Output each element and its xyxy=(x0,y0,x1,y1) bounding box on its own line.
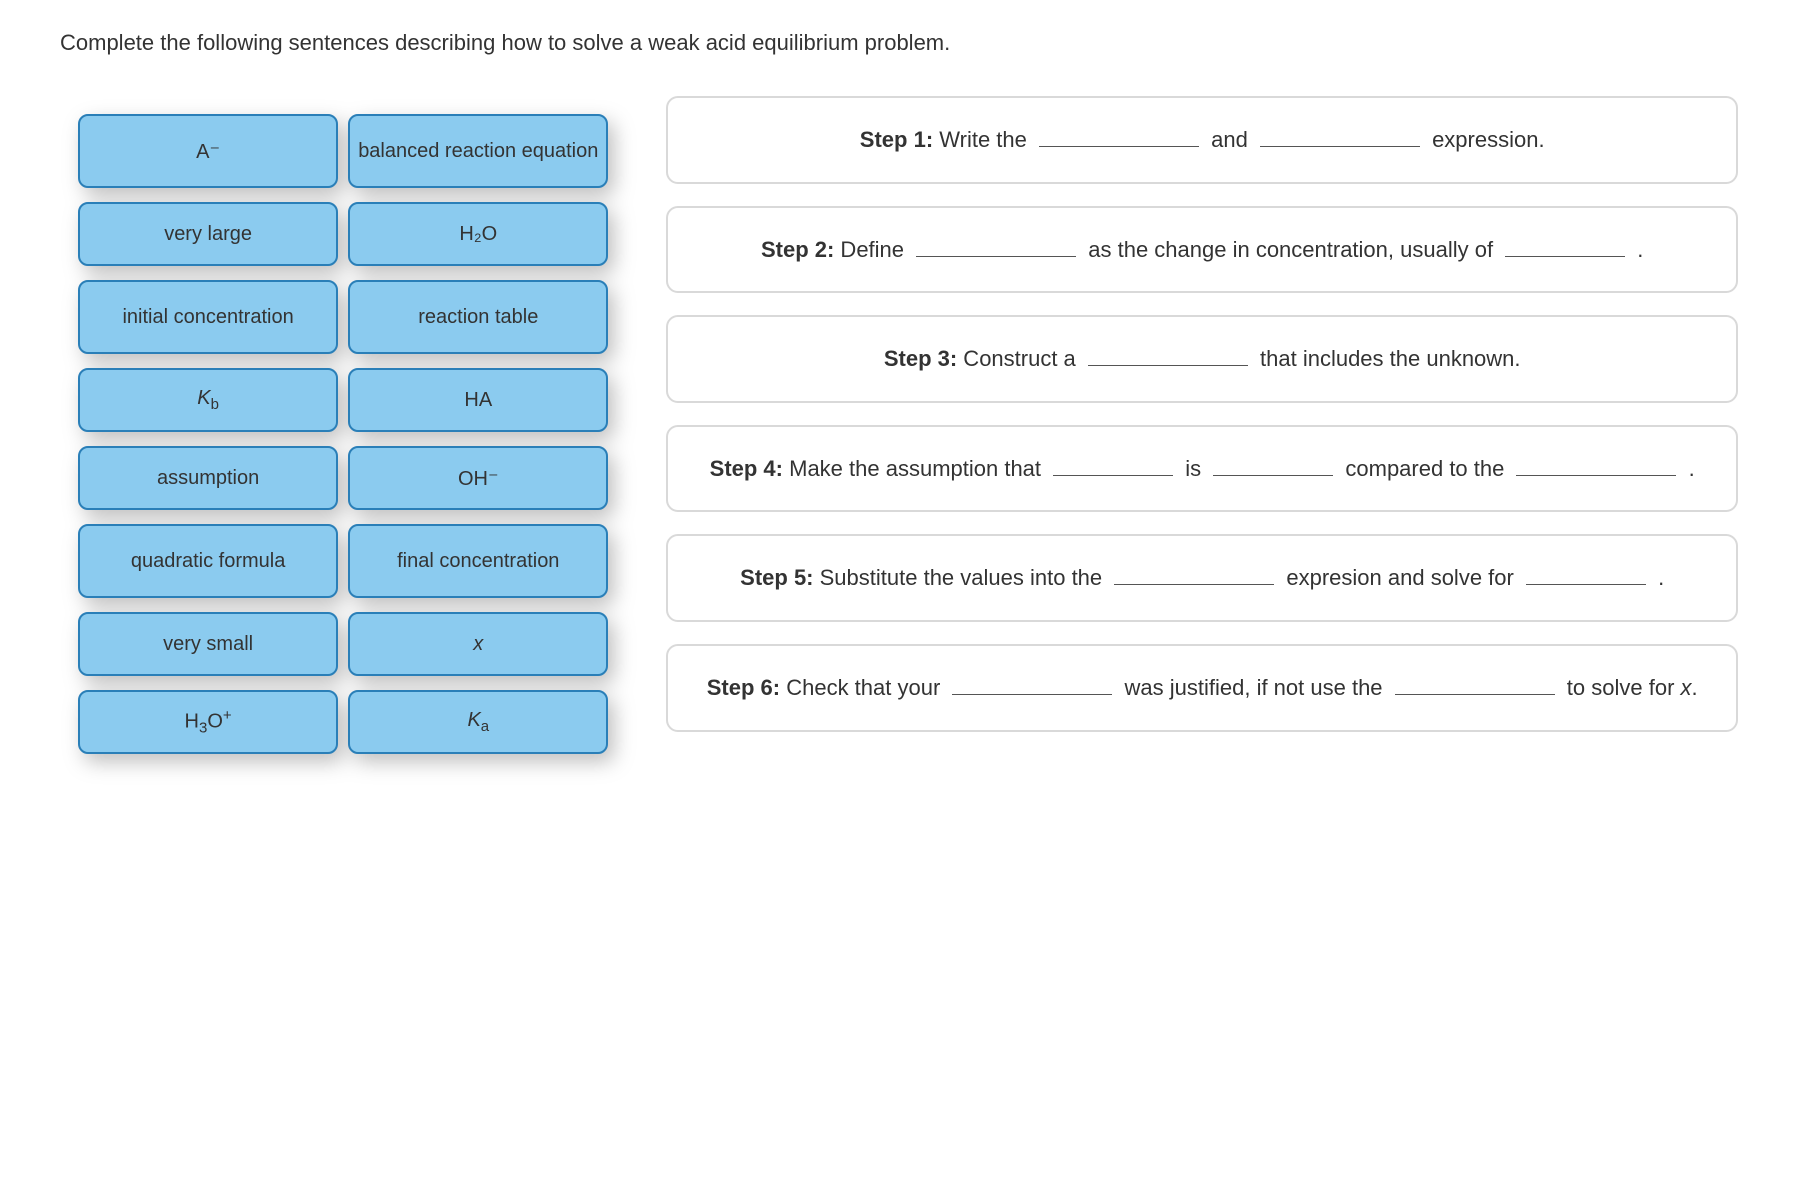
x-text: x xyxy=(473,633,483,656)
step-6: Step 6: Check that your was justified, i… xyxy=(666,644,1738,732)
tile-ka[interactable]: Ka xyxy=(348,690,608,754)
step-2-text-3: . xyxy=(1631,237,1643,262)
tile-ha[interactable]: HA xyxy=(348,368,608,432)
step-6-text-1: Check that your xyxy=(780,675,946,700)
steps-column: Step 1: Write the and expression. Step 2… xyxy=(666,96,1738,732)
step-5-text-1: Substitute the values into the xyxy=(814,565,1109,590)
step-5-blank-2[interactable] xyxy=(1526,562,1646,585)
step-2-text-1: Define xyxy=(834,237,910,262)
tile-kb[interactable]: Kb xyxy=(78,368,338,432)
tile-reaction-table[interactable]: reaction table xyxy=(348,280,608,354)
step-3-text-2: that includes the unknown. xyxy=(1254,346,1521,371)
step-4: Step 4: Make the assumption that is comp… xyxy=(666,425,1738,513)
tile-balanced-reaction-equation[interactable]: balanced reaction equation xyxy=(348,114,608,188)
tile-oh-minus[interactable]: OH⁻ xyxy=(348,446,608,510)
step-6-text-2: was justified, if not use the xyxy=(1118,675,1388,700)
step-4-text-4: . xyxy=(1682,456,1694,481)
step-1-blank-2[interactable] xyxy=(1260,124,1420,147)
step-6-text-3: to solve for xyxy=(1561,675,1681,700)
tile-quadratic-formula[interactable]: quadratic formula xyxy=(78,524,338,598)
step-4-blank-3[interactable] xyxy=(1516,453,1676,476)
step-1-label: Step 1: xyxy=(860,127,933,152)
step-2-label: Step 2: xyxy=(761,237,834,262)
h3o-text: H3O+ xyxy=(185,707,232,737)
tile-bank: A⁻ balanced reaction equation very large… xyxy=(60,96,626,778)
step-5-text-3: . xyxy=(1652,565,1664,590)
step-5-label: Step 5: xyxy=(740,565,813,590)
step-4-text-1: Make the assumption that xyxy=(783,456,1047,481)
step-1-text-2: and xyxy=(1205,127,1254,152)
tile-initial-concentration[interactable]: initial concentration xyxy=(78,280,338,354)
step-3-text-1: Construct a xyxy=(957,346,1082,371)
step-2: Step 2: Define as the change in concentr… xyxy=(666,206,1738,294)
tile-h2o[interactable]: H₂O xyxy=(348,202,608,266)
step-4-text-2: is xyxy=(1179,456,1207,481)
tile-x[interactable]: x xyxy=(348,612,608,676)
step-4-text-3: compared to the xyxy=(1339,456,1510,481)
tile-very-large[interactable]: very large xyxy=(78,202,338,266)
step-5-text-2: expresion and solve for xyxy=(1280,565,1520,590)
step-2-text-2: as the change in concentration, usually … xyxy=(1082,237,1499,262)
step-4-blank-2[interactable] xyxy=(1213,453,1333,476)
step-2-blank-2[interactable] xyxy=(1505,234,1625,257)
step-1-blank-1[interactable] xyxy=(1039,124,1199,147)
step-6-x: x xyxy=(1681,675,1692,700)
step-5-blank-1[interactable] xyxy=(1114,562,1274,585)
tile-h3o-plus[interactable]: H3O+ xyxy=(78,690,338,754)
step-2-blank-1[interactable] xyxy=(916,234,1076,257)
step-3: Step 3: Construct a that includes the un… xyxy=(666,315,1738,403)
step-4-blank-1[interactable] xyxy=(1053,453,1173,476)
tile-a-minus[interactable]: A⁻ xyxy=(78,114,338,188)
step-5: Step 5: Substitute the values into the e… xyxy=(666,534,1738,622)
tile-assumption[interactable]: assumption xyxy=(78,446,338,510)
step-1-text-3: expression. xyxy=(1426,127,1545,152)
step-6-label: Step 6: xyxy=(707,675,780,700)
step-3-label: Step 3: xyxy=(884,346,957,371)
step-1-text-1: Write the xyxy=(933,127,1033,152)
content-area: A⁻ balanced reaction equation very large… xyxy=(60,96,1738,778)
kb-text: Kb xyxy=(197,387,219,413)
tile-very-small[interactable]: very small xyxy=(78,612,338,676)
step-3-blank-1[interactable] xyxy=(1088,343,1248,366)
step-1: Step 1: Write the and expression. xyxy=(666,96,1738,184)
tile-final-concentration[interactable]: final concentration xyxy=(348,524,608,598)
step-6-blank-1[interactable] xyxy=(952,672,1112,695)
instruction-text: Complete the following sentences describ… xyxy=(60,30,1738,56)
ka-text: Ka xyxy=(467,709,489,735)
step-6-blank-2[interactable] xyxy=(1395,672,1555,695)
step-6-text-5: . xyxy=(1692,675,1698,700)
step-4-label: Step 4: xyxy=(710,456,783,481)
